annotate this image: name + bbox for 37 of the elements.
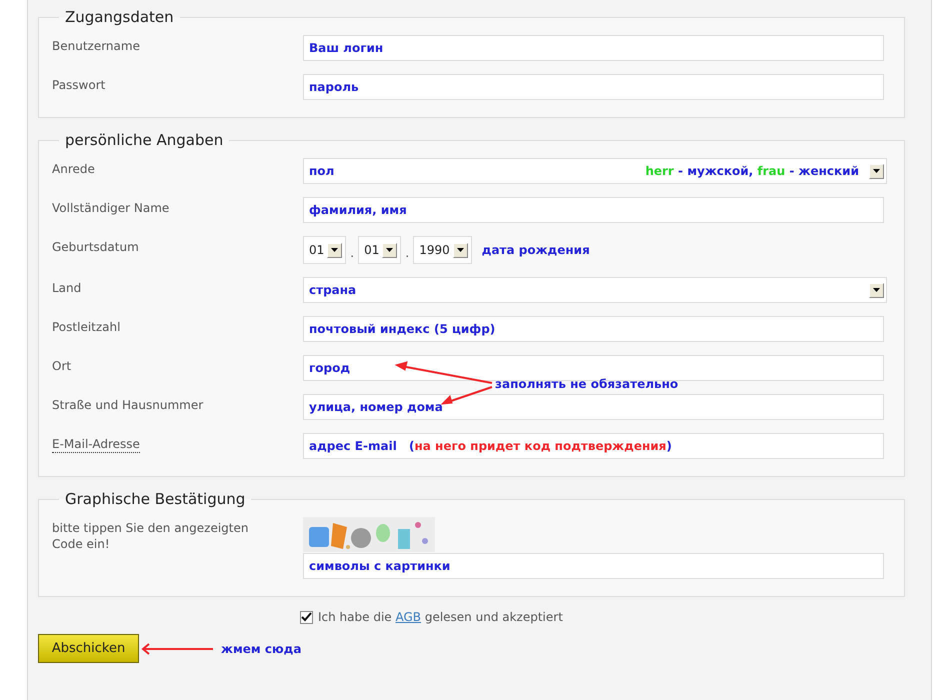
dropdown[interactable]: 1990 xyxy=(413,236,472,264)
section-title: Graphische Bestätigung xyxy=(64,490,246,508)
separator-text: . xyxy=(350,246,354,262)
field-label: Benutzername xyxy=(52,38,140,54)
input-field[interactable]: пароль xyxy=(303,74,884,100)
annotation-text: herr - мужской, frau - женский xyxy=(645,164,859,178)
field-label: E-Mail-Adresse xyxy=(52,433,140,453)
input-field[interactable]: символы с картинки xyxy=(303,553,884,579)
arrow xyxy=(141,642,213,654)
field-label: Passwort xyxy=(52,77,106,93)
dropdown[interactable]: 01 xyxy=(303,236,346,264)
dropdown[interactable]: 01 xyxy=(358,236,402,264)
input-field[interactable]: почтовый индекс (5 цифр) xyxy=(303,316,884,342)
annotation-text: жмем сюда xyxy=(221,642,302,656)
section-title: Zugangsdaten xyxy=(64,8,175,26)
field-label: Straße und Hausnummer xyxy=(52,397,204,413)
field-label: Geburtsdatum xyxy=(52,239,139,255)
annotation-text: (на него придет код подтверждения) xyxy=(409,439,672,453)
submit-button[interactable]: Abschicken xyxy=(38,634,139,663)
field-label: Anrede xyxy=(52,161,95,177)
field-label: bitte tippen Sie den angezeigten Code ein! xyxy=(52,520,250,552)
field-label: Land xyxy=(52,280,82,296)
input-field[interactable]: фамилия, имя xyxy=(303,197,884,223)
consent-text: Ich habe die AGB gelesen und akzeptiert xyxy=(318,610,563,624)
section-title: persönliche Angaben xyxy=(64,131,224,149)
dropdown[interactable]: страна xyxy=(303,277,887,303)
field-label: Postleitzahl xyxy=(52,319,120,335)
separator-text: . xyxy=(405,246,410,262)
input-field[interactable]: улица, номер дома xyxy=(303,394,884,420)
field-label: Ort xyxy=(52,358,72,374)
field-label: Vollständiger Name xyxy=(52,200,170,216)
input-field[interactable]: Ваш логин xyxy=(303,35,884,61)
arrow xyxy=(440,386,492,405)
checkbox[interactable] xyxy=(300,610,313,624)
agb-link[interactable]: AGB xyxy=(395,610,422,624)
dropdown[interactable]: пол herr - мужской, frau - женский xyxy=(303,158,887,184)
annotation-text: дата рождения xyxy=(482,243,590,257)
